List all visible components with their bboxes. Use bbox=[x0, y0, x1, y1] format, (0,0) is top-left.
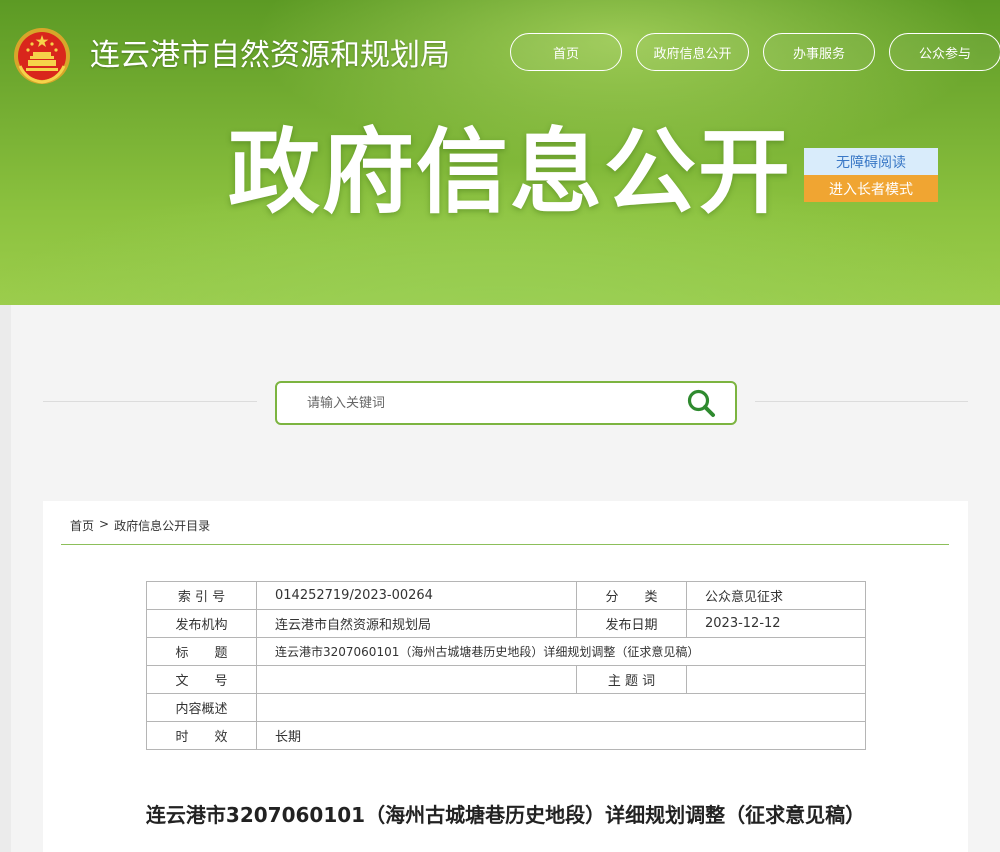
meta-category-value: 公众意见征求 bbox=[686, 581, 866, 610]
main-nav: 首页 政府信息公开 办事服务 公众参与 bbox=[510, 33, 1000, 71]
meta-label: 分 类 bbox=[576, 581, 687, 610]
search-divider-right bbox=[755, 401, 968, 402]
meta-summary-value bbox=[256, 693, 866, 722]
table-row: 内容概述 bbox=[146, 693, 866, 722]
breadcrumb-divider bbox=[61, 544, 949, 545]
table-row: 发布机构 连云港市自然资源和规划局 发布日期 2023-12-12 bbox=[146, 609, 866, 638]
document-title: 连云港市3207060101（海州古城塘巷历史地段）详细规划调整（征求意见稿） bbox=[145, 803, 866, 827]
meta-label: 标 题 bbox=[146, 637, 257, 666]
banner-title: 政府信息公开 bbox=[228, 119, 793, 226]
meta-subject-value bbox=[686, 665, 866, 694]
nav-services-button[interactable]: 办事服务 bbox=[763, 33, 875, 71]
site-header: 连云港市自然资源和规划局 首页 政府信息公开 办事服务 公众参与 政府信息公开 … bbox=[0, 0, 1000, 305]
meta-publisher-value: 连云港市自然资源和规划局 bbox=[256, 609, 577, 638]
table-row: 标 题 连云港市3207060101（海州古城塘巷历史地段）详细规划调整（征求意… bbox=[146, 637, 866, 666]
table-row: 时 效 长期 bbox=[146, 721, 866, 750]
meta-date-value: 2023-12-12 bbox=[686, 609, 866, 638]
meta-label: 时 效 bbox=[146, 721, 257, 750]
main-panel: 首页 > 政府信息公开目录 索 引 号 014252719/2023-00264… bbox=[11, 305, 1000, 852]
elder-mode-button[interactable]: 进入长者模式 bbox=[804, 175, 938, 202]
nav-info-disclosure-button[interactable]: 政府信息公开 bbox=[636, 33, 749, 71]
meta-index-value: 014252719/2023-00264 bbox=[256, 581, 577, 610]
table-row: 文 号 主 题 词 bbox=[146, 665, 866, 694]
meta-label: 发布机构 bbox=[146, 609, 257, 638]
national-emblem-icon[interactable] bbox=[12, 26, 72, 86]
meta-label: 主 题 词 bbox=[576, 665, 687, 694]
nav-public-participation-button[interactable]: 公众参与 bbox=[889, 33, 1000, 71]
breadcrumb-current-link[interactable]: 政府信息公开目录 bbox=[114, 517, 210, 534]
document-meta-table: 索 引 号 014252719/2023-00264 分 类 公众意见征求 发布… bbox=[146, 581, 866, 750]
accessibility-panel: 无障碍阅读 进入长者模式 bbox=[804, 148, 938, 202]
breadcrumb: 首页 > 政府信息公开目录 bbox=[70, 517, 210, 534]
search-divider-left bbox=[43, 401, 257, 402]
meta-label: 文 号 bbox=[146, 665, 257, 694]
meta-docno-value bbox=[256, 665, 577, 694]
breadcrumb-separator: > bbox=[99, 517, 110, 531]
search-icon[interactable] bbox=[681, 383, 721, 423]
search-box bbox=[275, 381, 737, 425]
site-title[interactable]: 连云港市自然资源和规划局 bbox=[90, 30, 450, 74]
content-area: 首页 > 政府信息公开目录 索 引 号 014252719/2023-00264… bbox=[43, 501, 968, 852]
meta-label: 发布日期 bbox=[576, 609, 687, 638]
nav-home-button[interactable]: 首页 bbox=[510, 33, 622, 71]
meta-validity-value: 长期 bbox=[256, 721, 866, 750]
meta-label: 索 引 号 bbox=[146, 581, 257, 610]
search-input[interactable] bbox=[277, 383, 681, 423]
table-row: 索 引 号 014252719/2023-00264 分 类 公众意见征求 bbox=[146, 581, 866, 610]
meta-title-value: 连云港市3207060101（海州古城塘巷历史地段）详细规划调整（征求意见稿） bbox=[256, 637, 866, 666]
barrier-free-reading-button[interactable]: 无障碍阅读 bbox=[804, 148, 938, 175]
breadcrumb-home-link[interactable]: 首页 bbox=[70, 517, 94, 534]
meta-label: 内容概述 bbox=[146, 693, 257, 722]
